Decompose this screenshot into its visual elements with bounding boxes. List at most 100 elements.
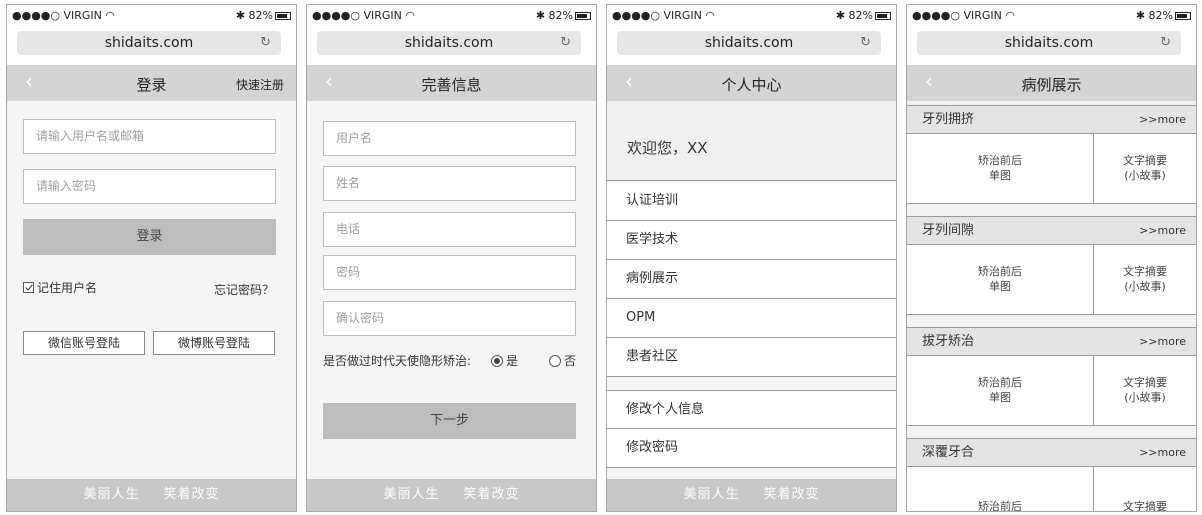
radio-yes[interactable]: 是: [491, 352, 518, 369]
menu-item-training[interactable]: 认证培训: [607, 182, 896, 221]
bluetooth-icon: ✱: [1135, 9, 1146, 22]
reload-icon[interactable]: ↻: [560, 31, 571, 55]
url-text: shidaits.com: [404, 35, 494, 51]
case-summary-cell[interactable]: 文字摘要 (小故事): [1094, 134, 1196, 203]
reload-icon[interactable]: ↻: [1160, 31, 1171, 55]
case-category-name: 深覆牙合: [922, 445, 975, 460]
password-field[interactable]: 密码: [323, 255, 576, 290]
footer-right: 笑着改变: [163, 487, 220, 502]
page-title: 完善信息: [421, 76, 482, 94]
reload-icon[interactable]: ↻: [860, 31, 871, 55]
status-bar: ●●●●○ VIRGIN ◠ ✱ 82%: [607, 5, 896, 27]
radio-empty-icon[interactable]: [549, 355, 561, 367]
nav-bar: ‹ 登录 快速注册: [7, 65, 296, 101]
case-summary-cell[interactable]: 文字摘要 (小故事): [1094, 356, 1196, 425]
battery-icon: [875, 12, 891, 20]
footer-slogan: 美丽人生 笑着改变: [307, 479, 596, 511]
menu-item-medical[interactable]: 医学技术: [607, 221, 896, 260]
bluetooth-icon: ✱: [235, 9, 246, 22]
case-summary-cell[interactable]: 文字摘要 (小故事): [1094, 245, 1196, 314]
login-button[interactable]: 登录: [23, 219, 276, 255]
case-card[interactable]: 矫治前后 文字摘要: [907, 467, 1196, 512]
remember-checkbox[interactable]: 记住用户名: [23, 279, 97, 296]
radio-selected-icon[interactable]: [491, 355, 503, 367]
case-summary-cell[interactable]: 文字摘要: [1094, 467, 1196, 512]
more-link[interactable]: >>more: [1139, 217, 1186, 244]
radio-yes-label: 是: [506, 354, 519, 368]
menu-item-cases[interactable]: 病例展示: [607, 260, 896, 299]
case-image-cell[interactable]: 矫治前后: [907, 467, 1094, 512]
url-bar[interactable]: shidaits.com ↻: [17, 31, 281, 55]
checkbox-icon[interactable]: [23, 282, 34, 293]
battery-label: 82%: [848, 9, 873, 22]
carrier-label: ●●●●○ VIRGIN: [12, 9, 102, 22]
case-category-header[interactable]: 深覆牙合 >>more: [907, 438, 1196, 467]
battery-icon: [275, 12, 291, 20]
forgot-password-link[interactable]: 忘记密码？: [214, 281, 274, 298]
case-image-line1: 矫治前后: [978, 154, 1022, 167]
case-card[interactable]: 矫治前后 单图 文字摘要 (小故事): [907, 245, 1196, 315]
case-summary-line2: (小故事): [1124, 169, 1166, 182]
case-card[interactable]: 矫治前后单图 文字摘要 (小故事): [907, 134, 1196, 204]
battery-icon: [575, 12, 591, 20]
case-image-line1: 矫治前后: [978, 500, 1022, 512]
case-summary-line1: 文字摘要: [1123, 500, 1167, 512]
register-link[interactable]: 快速注册: [236, 76, 284, 93]
menu-item-opm[interactable]: OPM: [607, 299, 896, 338]
confirm-password-field[interactable]: 确认密码: [323, 301, 576, 336]
reload-icon[interactable]: ↻: [260, 31, 271, 55]
login-content: 请输入用户名或邮箱 请输入密码 登录 记住用户名 忘记密码？ 微信账号登陆 微博…: [7, 101, 296, 479]
more-link[interactable]: >>more: [1139, 439, 1186, 466]
next-button[interactable]: 下一步: [323, 403, 576, 439]
password-input[interactable]: 请输入密码: [23, 169, 276, 204]
case-image-line1: 矫治前后: [978, 376, 1022, 389]
carrier-label: ●●●●○ VIRGIN: [312, 9, 402, 22]
username-input[interactable]: 请输入用户名或邮箱: [23, 119, 276, 154]
menu-item-change-password[interactable]: 修改密码: [607, 429, 896, 468]
treatment-question: 是否做过时代天使隐形矫治: 是 否: [323, 352, 580, 369]
name-field[interactable]: 姓名: [323, 166, 576, 201]
footer-right: 笑着改变: [463, 487, 520, 502]
nav-bar: ‹ 个人中心: [607, 65, 896, 101]
case-category-header[interactable]: 拔牙矫治 >>more: [907, 327, 1196, 356]
menu-item-community[interactable]: 患者社区: [607, 338, 896, 377]
case-card[interactable]: 矫治前后 单图 文字摘要 (小故事): [907, 356, 1196, 426]
welcome-text: 欢迎您，XX: [627, 139, 708, 157]
battery-label: 82%: [248, 9, 273, 22]
weibo-login-button[interactable]: 微博账号登陆: [153, 331, 275, 355]
username-field[interactable]: 用户名: [323, 121, 576, 156]
url-bar[interactable]: shidaits.com ↻: [917, 31, 1181, 55]
profile-form-content: 用户名 姓名 电话 密码 确认密码 是否做过时代天使隐形矫治: 是 否 下一步: [307, 101, 596, 479]
radio-no[interactable]: 否: [549, 352, 576, 369]
case-category-name: 牙列间隙: [922, 223, 975, 238]
case-image-line2: 单图: [989, 280, 1011, 293]
radio-no-label: 否: [564, 354, 577, 368]
cases-screen: ●●●●○ VIRGIN ◠ ✱ 82% shidaits.com ↻ ‹ 病例展…: [906, 4, 1197, 512]
case-category-header[interactable]: 牙列间隙 >>more: [907, 216, 1196, 245]
phone-field[interactable]: 电话: [323, 212, 576, 247]
case-image-cell[interactable]: 矫治前后 单图: [907, 356, 1094, 425]
more-link[interactable]: >>more: [1139, 328, 1186, 355]
wifi-icon: ◠: [705, 9, 716, 22]
page-title: 病例展示: [1021, 76, 1082, 94]
wifi-icon: ◠: [105, 9, 116, 22]
url-bar[interactable]: shidaits.com ↻: [617, 31, 881, 55]
footer-slogan: 美丽人生 笑着改变: [607, 479, 896, 511]
case-image-cell[interactable]: 矫治前后 单图: [907, 134, 1094, 203]
case-summary-line1: 文字摘要: [1123, 265, 1167, 278]
case-image-cell[interactable]: 矫治前后 单图: [907, 245, 1094, 314]
carrier-label: ●●●●○ VIRGIN: [612, 9, 702, 22]
case-summary-line1: 文字摘要: [1123, 376, 1167, 389]
more-link[interactable]: >>more: [1139, 106, 1186, 133]
bluetooth-icon: ✱: [835, 9, 846, 22]
cases-content: 牙列拥挤 >>more 矫治前后 单图 文字摘要 (小故事) 牙列间隙 >>more 矫…: [907, 101, 1196, 511]
case-category-name: 拔牙矫治: [922, 334, 975, 349]
wechat-login-button[interactable]: 微信账号登陆: [23, 331, 145, 355]
wifi-icon: ◠: [1005, 9, 1016, 22]
case-category-header[interactable]: 牙列拥挤 >>more: [907, 105, 1196, 134]
case-summary-line2: (小故事): [1124, 391, 1166, 404]
menu-item-edit-profile[interactable]: 修改个人信息: [607, 390, 896, 429]
url-bar[interactable]: shidaits.com ↻: [317, 31, 581, 55]
case-image-line2: 单图: [989, 169, 1011, 182]
case-summary-line2: (小故事): [1124, 280, 1166, 293]
